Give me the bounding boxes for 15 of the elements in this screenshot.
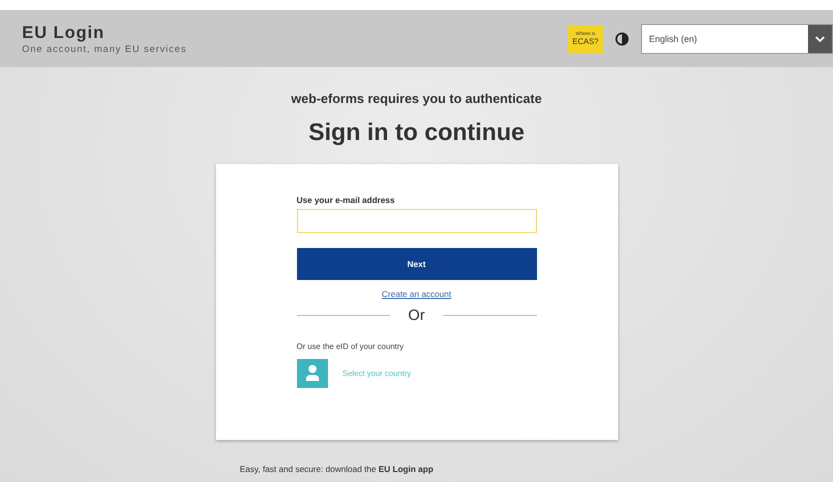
or-separator: Or (407, 307, 426, 324)
page-heading: Sign in to continue (308, 119, 524, 147)
email-label: Use your e-mail address (296, 195, 396, 205)
intro-text: web-eforms requires you to authenticate (291, 91, 542, 106)
language-select[interactable]: English (en) (641, 24, 833, 54)
site-subtitle: One account, many EU services (22, 44, 187, 54)
eid-label: Or use the eID of your country (296, 342, 405, 351)
create-account-link[interactable]: Create an account (382, 289, 452, 299)
app-download-text: Easy, fast and secure: download the EU Login app (240, 464, 434, 474)
site-title: EU Login (22, 22, 106, 42)
contrast-icon[interactable] (615, 32, 629, 46)
next-button[interactable]: Next (296, 248, 536, 280)
chevron-down-icon (815, 36, 825, 42)
email-field[interactable] (296, 209, 536, 233)
person-icon[interactable] (296, 359, 328, 388)
